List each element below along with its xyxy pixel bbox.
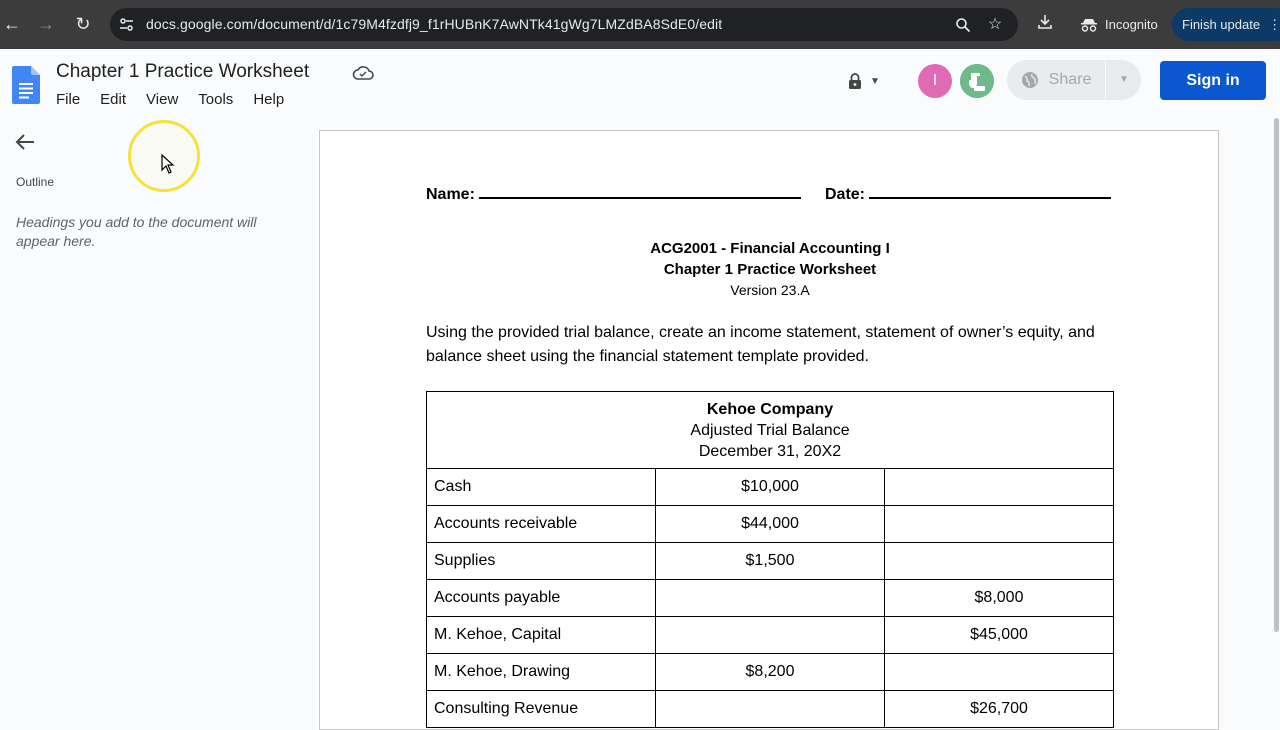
sign-in-button[interactable]: Sign in bbox=[1160, 61, 1266, 100]
zoom-icon[interactable] bbox=[952, 14, 974, 36]
menu-file[interactable]: File bbox=[46, 89, 90, 110]
share-divider bbox=[1105, 60, 1106, 100]
more-menu-icon: ⋮ bbox=[1268, 17, 1280, 32]
document-title[interactable]: Chapter 1 Practice Worksheet bbox=[56, 61, 309, 83]
forward-icon[interactable]: → bbox=[34, 12, 58, 36]
credit-cell bbox=[884, 653, 1114, 691]
debit-cell bbox=[655, 616, 885, 654]
table-row: M. Kehoe, Capital $45,000 bbox=[426, 616, 1114, 654]
version-text: Version 23.A bbox=[730, 282, 810, 298]
table-row: Supplies $1,500 bbox=[426, 542, 1114, 580]
site-settings-icon[interactable] bbox=[118, 16, 135, 33]
cloud-saved-icon[interactable] bbox=[352, 65, 374, 81]
name-blank-line bbox=[479, 187, 802, 199]
finish-update-button[interactable]: Finish update ⋮ bbox=[1172, 8, 1280, 41]
account-cell: Accounts payable bbox=[426, 579, 656, 617]
date-blank-line bbox=[869, 187, 1112, 199]
document-heading: ACG2001 - Financial Accounting I Chapter… bbox=[320, 238, 1220, 301]
vertical-scrollbar[interactable] bbox=[1274, 118, 1279, 632]
credit-cell bbox=[884, 542, 1114, 580]
share-label: Share bbox=[1048, 71, 1092, 88]
name-field-line[interactable]: Name: bbox=[426, 186, 802, 204]
debit-cell bbox=[655, 579, 885, 617]
table-subtitle: Adjusted Trial Balance bbox=[690, 421, 850, 439]
bookmark-star-icon[interactable]: ☆ bbox=[984, 14, 1006, 36]
chapter-title: Chapter 1 Practice Worksheet bbox=[663, 261, 877, 278]
account-cell: Consulting Revenue bbox=[426, 690, 656, 728]
avatar-letter: I bbox=[932, 72, 938, 89]
lock-icon bbox=[849, 72, 861, 89]
course-title: ACG2001 - Financial Accounting I bbox=[650, 240, 890, 257]
credit-cell bbox=[884, 505, 1114, 543]
date-label: Date: bbox=[825, 186, 866, 203]
credit-cell: $8,000 bbox=[884, 579, 1114, 617]
account-cell: Cash bbox=[426, 468, 656, 506]
account-cell: M. Kehoe, Drawing bbox=[426, 653, 656, 691]
company-name: Kehoe Company bbox=[706, 400, 834, 418]
incognito-label: Incognito bbox=[1105, 17, 1158, 32]
table-row: Accounts payable $8,000 bbox=[426, 579, 1114, 617]
outline-empty-hint: Headings you add to the document will ap… bbox=[16, 214, 257, 249]
outline-back-arrow-icon[interactable] bbox=[14, 131, 38, 155]
menu-view[interactable]: View bbox=[136, 89, 188, 110]
account-cell: M. Kehoe, Capital bbox=[426, 616, 656, 654]
debit-cell: $44,000 bbox=[655, 505, 885, 543]
share-button[interactable]: Share bbox=[1007, 60, 1105, 100]
debit-cell: $8,200 bbox=[655, 653, 885, 691]
caret-down-icon: ▼ bbox=[870, 75, 880, 87]
account-cell: Supplies bbox=[426, 542, 656, 580]
google-docs-logo-icon[interactable] bbox=[12, 66, 40, 104]
docs-header: Chapter 1 Practice Worksheet File Edit V… bbox=[0, 49, 1280, 119]
debit-cell bbox=[655, 690, 885, 728]
url-text[interactable]: docs.google.com/document/d/1c79M4fzdfj9_… bbox=[146, 16, 722, 32]
globe-icon bbox=[1021, 72, 1038, 88]
account-cell: Accounts receivable bbox=[426, 505, 656, 543]
trial-balance-table: Kehoe Company Adjusted Trial Balance Dec… bbox=[426, 391, 1114, 728]
finish-update-label: Finish update bbox=[1182, 17, 1261, 32]
outline-heading: Outline bbox=[16, 175, 55, 189]
debit-cell: $10,000 bbox=[655, 468, 885, 506]
debit-cell: $1,500 bbox=[655, 542, 885, 580]
share-dropdown-caret-icon[interactable]: ▼ bbox=[1107, 60, 1141, 100]
browser-toolbar: ← → ↻ docs.google.com/document/d/1c79M4f… bbox=[0, 0, 1280, 49]
menu-tools[interactable]: Tools bbox=[188, 89, 243, 110]
table-row: Cash $10,000 bbox=[426, 468, 1114, 506]
credit-cell bbox=[884, 468, 1114, 506]
share-button-group: Share ▼ bbox=[1007, 60, 1141, 100]
table-row: Consulting Revenue $26,700 bbox=[426, 690, 1114, 728]
avatar-anonymous-icon[interactable] bbox=[960, 64, 994, 98]
credit-cell: $26,700 bbox=[884, 690, 1114, 728]
mouse-pointer-icon bbox=[161, 154, 175, 174]
back-icon[interactable]: ← bbox=[0, 12, 24, 36]
menu-edit[interactable]: Edit bbox=[90, 89, 136, 110]
table-row: M. Kehoe, Drawing $8,200 bbox=[426, 653, 1114, 691]
incognito-indicator[interactable]: Incognito bbox=[1070, 8, 1168, 41]
instructions-paragraph: Using the provided trial balance, create… bbox=[426, 324, 1095, 365]
credit-cell: $45,000 bbox=[884, 616, 1114, 654]
name-label: Name: bbox=[426, 186, 475, 203]
avatar[interactable]: I bbox=[918, 64, 952, 98]
incognito-icon bbox=[1081, 18, 1097, 32]
table-title-cell: Kehoe Company Adjusted Trial Balance Dec… bbox=[426, 391, 1114, 469]
table-date: December 31, 20X2 bbox=[698, 442, 842, 460]
document-page[interactable]: Name: Date: ACG2001 - Financial Accounti… bbox=[319, 130, 1219, 730]
menu-bar: File Edit View Tools Help bbox=[46, 89, 294, 110]
menu-help[interactable]: Help bbox=[243, 89, 294, 110]
address-bar[interactable]: docs.google.com/document/d/1c79M4fzdfj9_… bbox=[110, 8, 1018, 41]
date-field-line[interactable]: Date: bbox=[825, 186, 1112, 204]
access-lock-button[interactable]: ▼ bbox=[848, 69, 880, 93]
reload-icon[interactable]: ↻ bbox=[71, 12, 95, 36]
download-icon[interactable] bbox=[1034, 13, 1056, 35]
table-row: Accounts receivable $44,000 bbox=[426, 505, 1114, 543]
table-header-row: Kehoe Company Adjusted Trial Balance Dec… bbox=[426, 391, 1114, 469]
